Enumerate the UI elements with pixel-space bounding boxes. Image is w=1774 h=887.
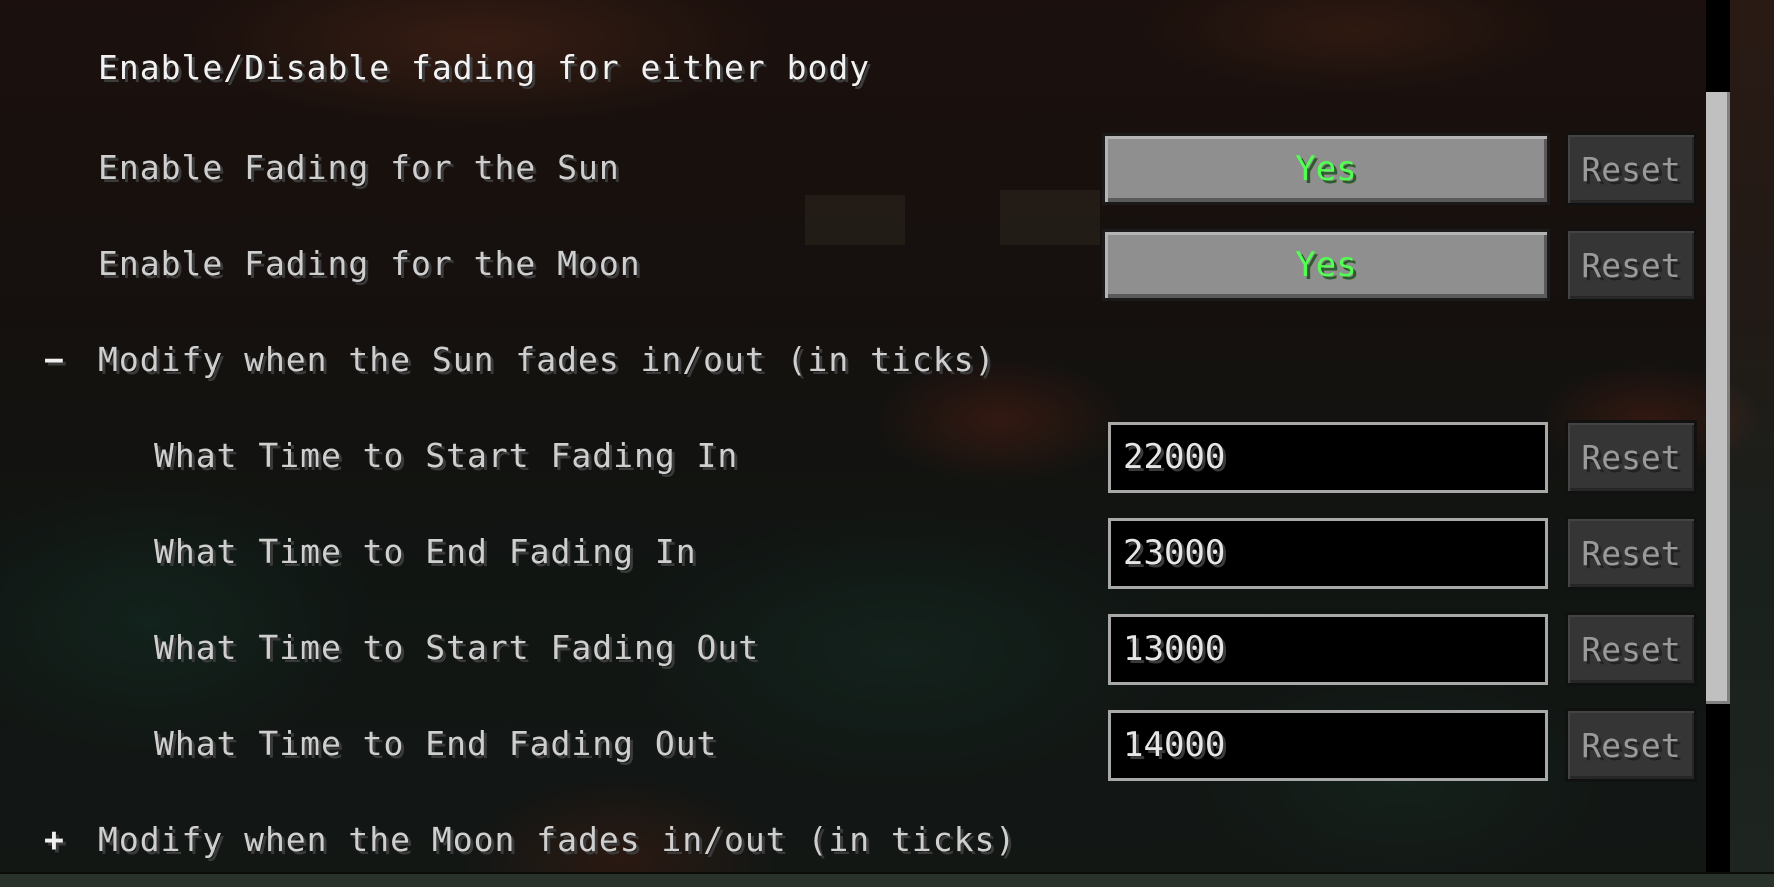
moon-fading-label: Enable Fading for the Moon [98,244,641,283]
sun-end-fade-out-reset-button[interactable]: Reset [1565,708,1697,782]
reset-label: Reset [1581,629,1681,669]
scrollbar-thumb[interactable] [1706,92,1730,704]
reset-label: Reset [1581,437,1681,477]
config-entry-list[interactable]: Enable/Disable fading for either body En… [0,0,1706,872]
collapse-sun-group-icon[interactable]: − [44,340,64,380]
reset-label: Reset [1581,149,1681,189]
reset-label: Reset [1581,725,1681,765]
moon-fading-reset-button[interactable]: Reset [1565,228,1697,302]
sun-start-fade-in-label: What Time to Start Fading In [154,436,739,475]
sun-end-fade-out-input[interactable]: 14000 [1108,710,1548,781]
expand-moon-group-icon[interactable]: + [44,820,64,860]
section-title-fading: Enable/Disable fading for either body [98,48,871,87]
sun-start-fade-out-input[interactable]: 13000 [1108,614,1548,685]
sun-fading-label: Enable Fading for the Sun [98,148,620,187]
moon-group-title[interactable]: Modify when the Moon fades in/out (in ti… [98,820,1016,860]
reset-label: Reset [1581,245,1681,285]
sun-start-fade-out-reset-button[interactable]: Reset [1565,612,1697,686]
reset-label: Reset [1581,533,1681,573]
sun-fading-toggle-button[interactable]: Yes [1102,133,1550,205]
sun-end-fade-out-label: What Time to End Fading Out [154,724,718,763]
moon-fading-toggle-value: Yes [1295,245,1357,285]
sun-fading-reset-button[interactable]: Reset [1565,132,1697,206]
sun-end-fade-in-input[interactable]: 23000 [1108,518,1548,589]
sun-group-title[interactable]: Modify when the Sun fades in/out (in tic… [98,340,995,380]
sun-fading-toggle-value: Yes [1295,149,1357,189]
sun-end-fade-in-label: What Time to End Fading In [154,532,697,571]
sun-start-fade-in-reset-button[interactable]: Reset [1565,420,1697,494]
sun-end-fade-in-reset-button[interactable]: Reset [1565,516,1697,590]
moon-fading-toggle-button[interactable]: Yes [1102,229,1550,301]
sun-start-fade-in-input[interactable]: 22000 [1108,422,1548,493]
sun-start-fade-out-label: What Time to Start Fading Out [154,628,760,667]
